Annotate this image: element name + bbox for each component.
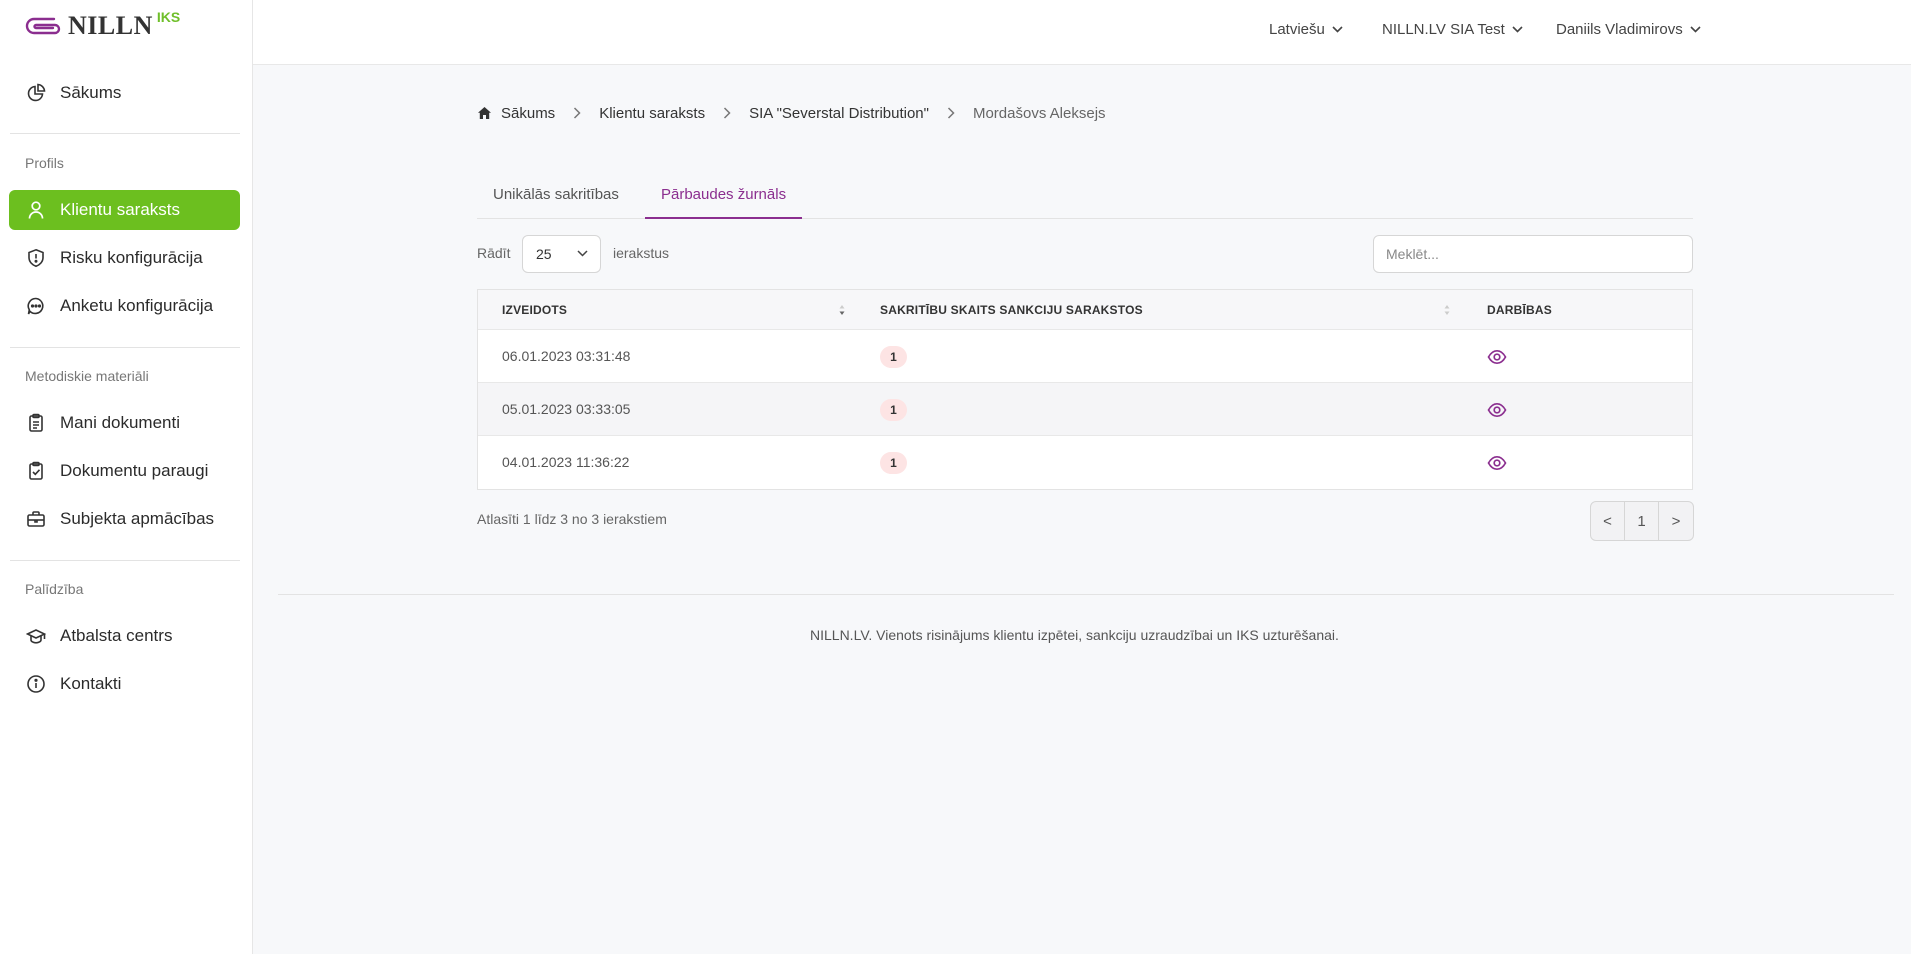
- chevron-right-icon: [947, 107, 955, 119]
- logo[interactable]: NILLN IKS: [24, 9, 181, 42]
- paperclip-logo-icon: [25, 17, 61, 35]
- entries-label: ierakstus: [613, 245, 670, 261]
- search-input[interactable]: [1373, 235, 1693, 273]
- sidebar-item-my-documents[interactable]: Mani dokumenti: [9, 403, 240, 443]
- shield-icon: [26, 248, 46, 268]
- page-1-button[interactable]: 1: [1625, 502, 1659, 540]
- sort-icon[interactable]: [1444, 304, 1450, 316]
- section-title-materials: Metodiskie materiāli: [25, 368, 149, 384]
- language-dropdown[interactable]: Latviešu: [1269, 21, 1343, 38]
- page-size-select[interactable]: 25: [522, 235, 601, 273]
- eye-icon[interactable]: [1487, 400, 1507, 420]
- column-actions: DARBĪBAS: [1487, 303, 1552, 317]
- breadcrumb-company[interactable]: SIA "Severstal Distribution": [749, 105, 929, 122]
- user-icon: [26, 200, 46, 220]
- column-created[interactable]: IZVEIDOTS: [502, 303, 567, 317]
- sidebar-item-label: Anketu konfigurācija: [60, 296, 214, 315]
- sidebar-item-risk-config[interactable]: Risku konfigurācija: [9, 238, 240, 278]
- company-dropdown[interactable]: NILLN.LV SIA Test: [1382, 21, 1523, 38]
- section-title-help: Palīdzība: [25, 581, 84, 597]
- info-icon: [26, 674, 46, 694]
- footer-text: NILLN.LV. Vienots risinājums klientu izp…: [810, 627, 1339, 643]
- sidebar-divider: [10, 133, 240, 134]
- tab-bar: Unikālās sakritības Pārbaudes žurnāls: [477, 176, 1693, 219]
- sidebar-item-subject-training[interactable]: Subjekta apmācības: [9, 499, 240, 539]
- sidebar-item-home[interactable]: Sākums: [9, 73, 240, 113]
- eye-icon[interactable]: [1487, 347, 1507, 367]
- sidebar-divider: [10, 347, 240, 348]
- graduation-cap-icon: [26, 626, 46, 646]
- footer-divider: [278, 594, 1894, 595]
- created-cell: 06.01.2023 03:31:48: [502, 348, 631, 364]
- sidebar-item-label: Risku konfigurācija: [60, 248, 203, 267]
- match-count-badge: 1: [880, 452, 907, 474]
- chevron-right-icon: [723, 107, 731, 119]
- sidebar-item-client-list[interactable]: Klientu saraksts: [9, 190, 240, 230]
- sidebar-item-label: Subjekta apmācības: [60, 509, 215, 528]
- table-header: IZVEIDOTS SAKRITĪBU SKAITS SANKCIJU SARA…: [478, 290, 1692, 330]
- table-row: 06.01.2023 03:31:48 1: [478, 330, 1692, 383]
- pagination: < 1 >: [1590, 501, 1694, 541]
- pie-chart-icon: [26, 83, 46, 103]
- table-info: Atlasīti 1 līdz 3 no 3 ierakstiem: [477, 511, 667, 527]
- home-icon: [478, 107, 491, 119]
- table-row: 05.01.2023 03:33:05 1: [478, 383, 1692, 436]
- breadcrumb: Sākums Klientu saraksts SIA "Severstal D…: [477, 102, 1106, 124]
- language-label: Latviešu: [1269, 21, 1325, 38]
- footer: NILLN.LV. Vienots risinājums klientu izp…: [253, 627, 1911, 643]
- breadcrumb-home-label: Sākums: [501, 104, 556, 122]
- logo-suffix: IKS: [156, 9, 181, 25]
- show-label: Rādīt: [477, 245, 511, 261]
- top-header: Latviešu NILLN.LV SIA Test Daniils Vladi…: [253, 0, 1911, 65]
- company-label: NILLN.LV SIA Test: [1382, 21, 1505, 38]
- chevron-down-icon: [1512, 26, 1523, 33]
- breadcrumb-client-list[interactable]: Klientu saraksts: [599, 105, 705, 122]
- section-title-profile: Profils: [25, 155, 64, 171]
- sidebar-item-label: Klientu saraksts: [60, 200, 180, 219]
- sidebar-item-label: Sākums: [60, 83, 122, 102]
- clipboard-check-icon: [26, 461, 46, 481]
- logo-wordmark: NILLN: [68, 11, 153, 40]
- chevron-down-icon: [1332, 26, 1343, 33]
- sidebar: NILLN IKS Sākums Profils Klientu sarakst…: [0, 0, 253, 954]
- tab-check-log[interactable]: Pārbaudes žurnāls: [645, 176, 803, 219]
- created-cell: 04.01.2023 11:36:22: [502, 454, 630, 470]
- sidebar-item-survey-config[interactable]: Anketu konfigurācija: [9, 286, 240, 326]
- clipboard-icon: [26, 413, 46, 433]
- chevron-down-icon: [577, 250, 588, 257]
- table-row: 04.01.2023 11:36:22 1: [478, 436, 1692, 489]
- check-log-table: IZVEIDOTS SAKRITĪBU SKAITS SANKCIJU SARA…: [477, 289, 1693, 490]
- breadcrumb-home[interactable]: Sākums: [477, 105, 555, 122]
- sort-icon[interactable]: [839, 304, 845, 316]
- sidebar-item-label: Mani dokumenti: [60, 413, 181, 432]
- sidebar-divider: [10, 560, 240, 561]
- sidebar-item-contacts[interactable]: Kontakti: [9, 664, 240, 704]
- briefcase-icon: [26, 509, 46, 529]
- user-dropdown[interactable]: Daniils Vladimirovs: [1556, 21, 1701, 38]
- tab-unique-matches[interactable]: Unikālās sakritības: [477, 176, 635, 219]
- match-count-badge: 1: [880, 346, 907, 368]
- next-page-button[interactable]: >: [1659, 502, 1693, 540]
- match-count-badge: 1: [880, 399, 907, 421]
- prev-page-button[interactable]: <: [1591, 502, 1625, 540]
- sidebar-item-label: Kontakti: [60, 674, 122, 693]
- breadcrumb-current: Mordašovs Aleksejs: [972, 104, 1106, 122]
- sidebar-item-label: Dokumentu paraugi: [60, 461, 209, 480]
- chevron-down-icon: [1690, 26, 1701, 33]
- created-cell: 05.01.2023 03:33:05: [502, 401, 631, 417]
- chat-icon: [26, 296, 46, 316]
- eye-icon[interactable]: [1487, 453, 1507, 473]
- chevron-right-icon: [573, 107, 581, 119]
- sidebar-item-label: Atbalsta centrs: [60, 626, 173, 645]
- column-match-count[interactable]: SAKRITĪBU SKAITS SANKCIJU SARAKSTOS: [880, 303, 1143, 317]
- sidebar-item-support-center[interactable]: Atbalsta centrs: [9, 616, 240, 656]
- sidebar-item-document-templates[interactable]: Dokumentu paraugi: [9, 451, 240, 491]
- page-size-value: 25: [536, 246, 552, 262]
- user-name: Daniils Vladimirovs: [1556, 21, 1683, 38]
